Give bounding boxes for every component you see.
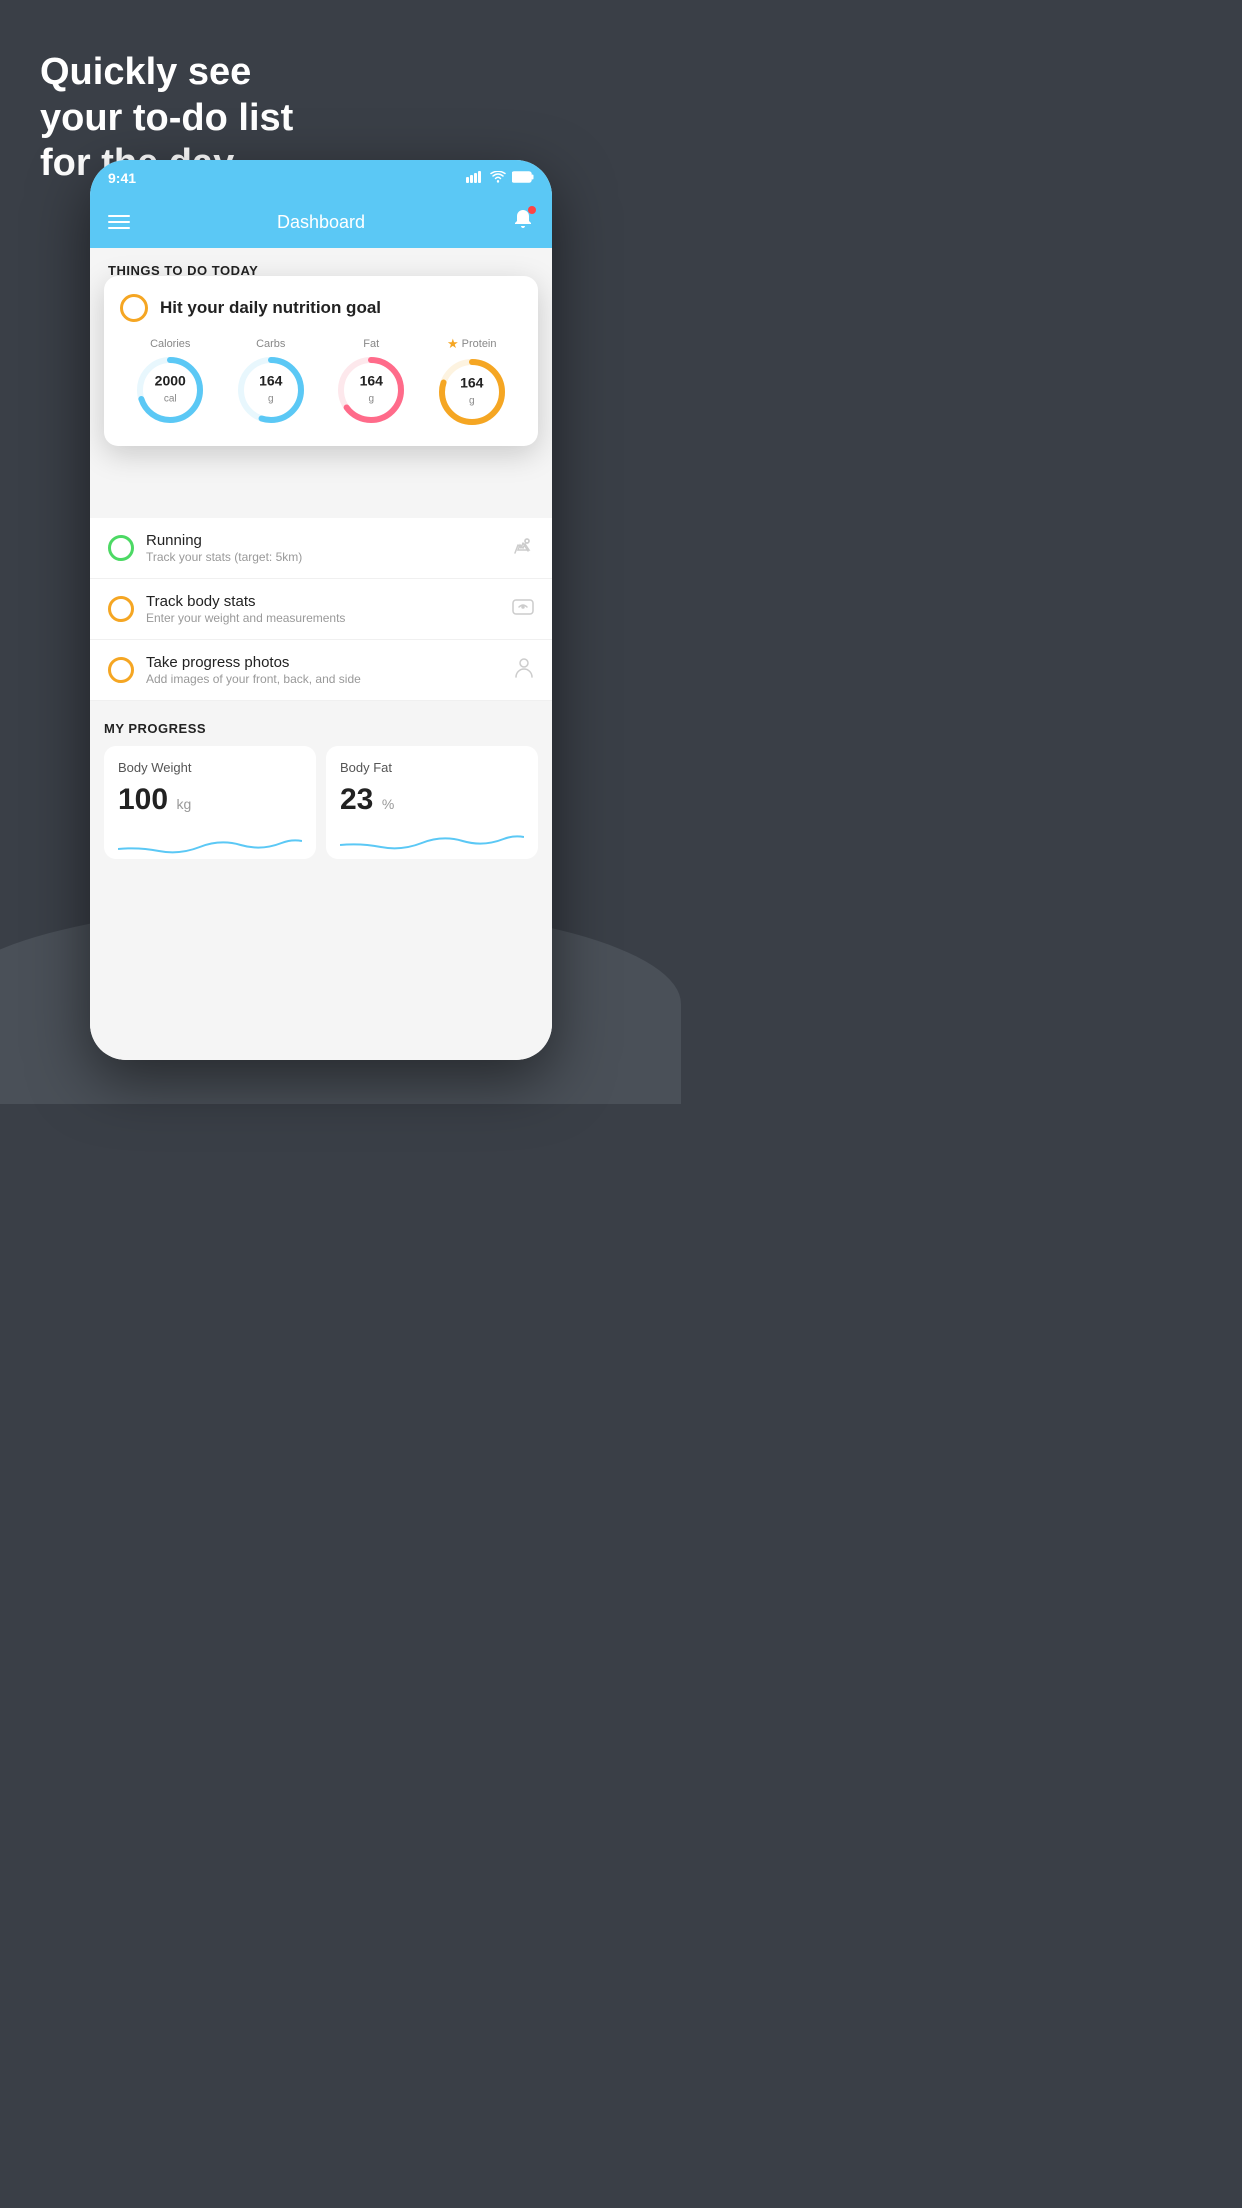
todo-item-body-stats[interactable]: Track body stats Enter your weight and m…: [90, 579, 552, 640]
photos-check-circle: [108, 657, 134, 683]
nutrition-row: Calories 2000 cal Carbs: [120, 336, 522, 428]
fat-value: 164 g: [360, 374, 383, 407]
progress-section-title: MY PROGRESS: [104, 721, 538, 736]
todo-item-running[interactable]: Running Track your stats (target: 5km): [90, 518, 552, 579]
headline-line2: your to-do list: [40, 96, 293, 142]
carbs-ring: 164 g: [235, 354, 307, 426]
nutrition-card: Hit your daily nutrition goal Calories 2…: [104, 276, 538, 446]
body-weight-card-title: Body Weight: [118, 760, 302, 775]
status-icons: [466, 171, 534, 186]
calories-value: 2000 cal: [155, 374, 186, 407]
carbs-label: Carbs: [256, 338, 285, 350]
status-bar: 9:41: [90, 160, 552, 196]
progress-cards: Body Weight 100 kg Body Fat 23: [104, 746, 538, 859]
body-weight-unit: kg: [177, 796, 192, 812]
todo-item-photos[interactable]: Take progress photos Add images of your …: [90, 640, 552, 701]
nutrition-protein: ★ Protein 164 g: [436, 336, 508, 428]
content-area: THINGS TO DO TODAY Hit your daily nutrit…: [90, 248, 552, 1060]
body-fat-chart: [340, 829, 524, 859]
nutrition-card-title: Hit your daily nutrition goal: [160, 298, 381, 318]
battery-icon: [512, 171, 534, 186]
photos-desc: Add images of your front, back, and side: [146, 672, 502, 686]
nutrition-carbs: Carbs 164 g: [235, 338, 307, 426]
fat-ring: 164 g: [335, 354, 407, 426]
body-weight-card[interactable]: Body Weight 100 kg: [104, 746, 316, 859]
body-weight-value: 100: [118, 783, 168, 817]
nav-bar: Dashboard: [90, 196, 552, 248]
body-fat-value: 23: [340, 783, 373, 817]
body-weight-value-row: 100 kg: [118, 783, 302, 817]
person-icon: [514, 657, 534, 684]
running-text: Running Track your stats (target: 5km): [146, 532, 498, 564]
protein-value: 164 g: [460, 376, 483, 409]
fat-label: Fat: [363, 338, 379, 350]
running-name: Running: [146, 532, 498, 549]
hamburger-menu[interactable]: [108, 215, 130, 229]
scale-icon: [512, 597, 534, 622]
star-icon: ★: [447, 336, 459, 352]
running-check-circle: [108, 535, 134, 561]
body-stats-desc: Enter your weight and measurements: [146, 611, 500, 625]
phone-frame: 9:41: [90, 160, 552, 1060]
calories-label: Calories: [150, 338, 190, 350]
body-fat-card[interactable]: Body Fat 23 %: [326, 746, 538, 859]
body-stats-check-circle: [108, 596, 134, 622]
calories-ring: 2000 cal: [134, 354, 206, 426]
body-stats-name: Track body stats: [146, 593, 500, 610]
signal-icon: [466, 171, 484, 186]
nav-title: Dashboard: [277, 212, 365, 233]
protein-label: ★ Protein: [447, 336, 497, 352]
body-fat-unit: %: [382, 796, 394, 812]
body-fat-value-row: 23 %: [340, 783, 524, 817]
nutrition-check-circle[interactable]: [120, 294, 148, 322]
nutrition-fat: Fat 164 g: [335, 338, 407, 426]
carbs-value: 164 g: [259, 374, 282, 407]
body-weight-chart: [118, 829, 302, 859]
notification-bell-icon[interactable]: [512, 208, 534, 236]
progress-section: MY PROGRESS Body Weight 100 kg Body: [90, 721, 552, 859]
notification-dot: [528, 206, 536, 214]
running-desc: Track your stats (target: 5km): [146, 550, 498, 564]
status-time: 9:41: [108, 170, 136, 186]
nutrition-calories: Calories 2000 cal: [134, 338, 206, 426]
todo-list: Running Track your stats (target: 5km): [90, 518, 552, 701]
protein-ring: 164 g: [436, 356, 508, 428]
photos-text: Take progress photos Add images of your …: [146, 654, 502, 686]
todo-list-container: Running Track your stats (target: 5km): [90, 518, 552, 701]
card-header: Hit your daily nutrition goal: [120, 294, 522, 322]
body-stats-text: Track body stats Enter your weight and m…: [146, 593, 500, 625]
photos-name: Take progress photos: [146, 654, 502, 671]
wifi-icon: [490, 171, 506, 186]
body-fat-card-title: Body Fat: [340, 760, 524, 775]
running-icon: [510, 537, 534, 560]
headline-line1: Quickly see: [40, 50, 293, 96]
